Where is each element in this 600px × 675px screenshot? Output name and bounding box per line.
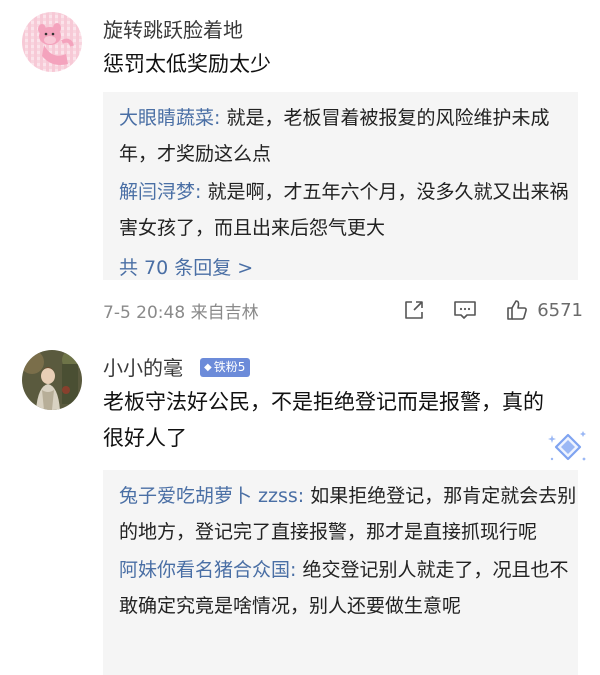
reply-item[interactable]: 解闫浔梦: 就是啊，才五年六个月，没多久就又出来祸害女孩了，而且出来后怨气更大 [119, 174, 578, 246]
like-count: 6571 [537, 299, 583, 321]
reply-username[interactable]: 兔子爱吃胡萝卜 zzss: [119, 485, 304, 507]
comment-button[interactable] [453, 299, 477, 321]
comment-icon [454, 301, 476, 319]
reply-item[interactable]: 阿妹你看名猪合众国: 绝交登记别人就走了，况且也不敢确定究竟是啥情况，别人还要做… [119, 552, 578, 624]
reply-box: 大眼睛蔬菜: 就是，老板冒着被报复的风险维护未成年，才奖励这么点 解闫浔梦: 就… [103, 92, 578, 280]
fan-badge-label: 铁粉5 [213, 360, 246, 374]
more-replies-link[interactable]: 共 70 条回复 > [119, 250, 253, 286]
comment-text: 惩罚太低奖励太少 [103, 52, 271, 76]
username[interactable]: 小小的毫 [103, 352, 183, 381]
comment-actions: 6571 [403, 296, 583, 324]
reply-box: 兔子爱吃胡萝卜 zzss: 如果拒绝登记，那肯定就会去别的地方，登记完了直接报警… [103, 470, 578, 675]
reply-username[interactable]: 阿妹你看名猪合众国: [119, 559, 296, 581]
diamond-icon: ◆ [204, 362, 212, 373]
reply-item[interactable]: 大眼睛蔬菜: 就是，老板冒着被报复的风险维护未成年，才奖励这么点 [119, 100, 578, 172]
thumbs-up-icon [507, 300, 528, 320]
sparkle-gem-icon[interactable] [548, 429, 588, 469]
comment-timestamp: 7-5 20:48 来自吉林 [103, 302, 259, 323]
comment-text: 老板守法好公民，不是拒绝登记而是报警，真的很好人了 [103, 390, 544, 450]
reply-username[interactable]: 解闫浔梦: [119, 181, 201, 203]
like-button[interactable]: 6571 [505, 298, 583, 322]
avatar[interactable] [22, 12, 82, 72]
painting-avatar-icon [22, 350, 82, 410]
reply-item[interactable]: 兔子爱吃胡萝卜 zzss: 如果拒绝登记，那肯定就会去别的地方，登记完了直接报警… [119, 478, 578, 550]
fan-badge[interactable]: ◆ 铁粉5 [200, 358, 251, 377]
reply-username[interactable]: 大眼睛蔬菜: [119, 107, 220, 129]
share-icon [405, 301, 423, 319]
username[interactable]: 旋转跳跃脸着地 [103, 14, 243, 43]
avatar[interactable] [22, 350, 82, 410]
share-button[interactable] [403, 299, 425, 321]
comment-meta-row: 7-5 20:48 来自吉林 6571 [103, 296, 583, 324]
pink-panther-avatar-icon [22, 12, 82, 72]
